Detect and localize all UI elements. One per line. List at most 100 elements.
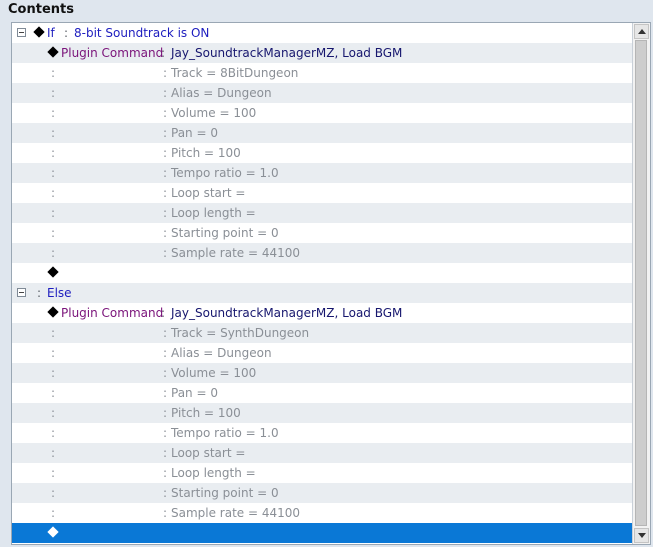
- vertical-scrollbar[interactable]: [632, 23, 650, 544]
- colon-separator: :: [163, 226, 168, 240]
- colon-separator: :: [163, 246, 168, 260]
- param-row[interactable]: : : Starting point = 0: [12, 483, 632, 503]
- colon-separator: :: [163, 66, 168, 80]
- colon-separator: :: [163, 366, 168, 380]
- continuation-colon: :: [51, 106, 56, 120]
- param-text: Starting point = 0: [171, 226, 279, 240]
- param-text: Pan = 0: [171, 126, 218, 140]
- continuation-colon: :: [51, 66, 56, 80]
- collapse-toggle-icon[interactable]: [17, 288, 26, 297]
- continuation-colon: :: [51, 186, 56, 200]
- continuation-colon: :: [51, 146, 56, 160]
- param-row[interactable]: : : Pan = 0: [12, 383, 632, 403]
- collapse-toggle-icon[interactable]: [17, 28, 26, 37]
- colon-separator: :: [163, 126, 168, 140]
- colon-separator: :: [163, 426, 168, 440]
- colon-separator: :: [161, 46, 166, 60]
- plugin-command-text: Jay_SoundtrackManagerMZ, Load BGM: [171, 306, 403, 320]
- param-row[interactable]: : : Tempo ratio = 1.0: [12, 163, 632, 183]
- continuation-colon: :: [51, 326, 56, 340]
- scrollbar-thumb[interactable]: [635, 40, 647, 526]
- param-row[interactable]: : : Pitch = 100: [12, 403, 632, 423]
- colon-separator: :: [163, 326, 168, 340]
- colon-separator: :: [163, 486, 168, 500]
- param-text: Tempo ratio = 1.0: [171, 166, 279, 180]
- param-row[interactable]: : : Alias = Dungeon: [12, 83, 632, 103]
- colon-separator: :: [163, 506, 168, 520]
- colon-separator: :: [64, 26, 69, 40]
- param-row[interactable]: : : Starting point = 0: [12, 223, 632, 243]
- continuation-colon: :: [51, 426, 56, 440]
- param-text: Pitch = 100: [171, 146, 241, 160]
- diamond-icon: [47, 306, 59, 318]
- colon-separator: :: [163, 446, 168, 460]
- param-row[interactable]: : : Loop length =: [12, 463, 632, 483]
- param-row[interactable]: : : Pitch = 100: [12, 143, 632, 163]
- colon-separator: :: [37, 286, 42, 300]
- param-text: Pitch = 100: [171, 406, 241, 420]
- param-text: Tempo ratio = 1.0: [171, 426, 279, 440]
- param-row[interactable]: : : Tempo ratio = 1.0: [12, 423, 632, 443]
- param-text: Sample rate = 44100: [171, 246, 301, 260]
- colon-separator: :: [163, 386, 168, 400]
- param-text: Loop start =: [171, 446, 246, 460]
- colon-separator: :: [163, 186, 168, 200]
- continuation-colon: :: [51, 126, 56, 140]
- param-row[interactable]: : : Track = SynthDungeon: [12, 323, 632, 343]
- arrow-up-icon[interactable]: [634, 24, 649, 39]
- param-text: Volume = 100: [171, 106, 257, 120]
- continuation-colon: :: [51, 346, 56, 360]
- continuation-colon: :: [51, 406, 56, 420]
- param-text: Loop length =: [171, 466, 256, 480]
- param-row[interactable]: : : Alias = Dungeon: [12, 343, 632, 363]
- colon-separator: :: [163, 146, 168, 160]
- param-row[interactable]: : : Sample rate = 44100: [12, 503, 632, 523]
- continuation-colon: :: [51, 206, 56, 220]
- param-text: Loop length =: [171, 206, 256, 220]
- command-row-else[interactable]: : Else: [12, 283, 632, 303]
- diamond-icon: [47, 526, 59, 538]
- diamond-icon: [33, 26, 45, 38]
- param-row[interactable]: : : Pan = 0: [12, 123, 632, 143]
- else-keyword: Else: [47, 286, 72, 300]
- colon-separator: :: [163, 346, 168, 360]
- colon-separator: :: [163, 206, 168, 220]
- event-contents-list[interactable]: If : 8-bit Soundtrack is ON Plugin Comma…: [11, 22, 651, 545]
- param-row[interactable]: : : Sample rate = 44100: [12, 243, 632, 263]
- continuation-colon: :: [51, 446, 56, 460]
- param-row[interactable]: : : Loop length =: [12, 203, 632, 223]
- colon-separator: :: [163, 406, 168, 420]
- arrow-down-icon[interactable]: [634, 528, 649, 543]
- command-row-if[interactable]: If : 8-bit Soundtrack is ON: [12, 23, 632, 43]
- param-row[interactable]: : : Loop start =: [12, 443, 632, 463]
- diamond-icon: [47, 266, 59, 278]
- param-row[interactable]: : : Track = 8BitDungeon: [12, 63, 632, 83]
- command-row-plugin[interactable]: Plugin Command : Jay_SoundtrackManagerMZ…: [12, 303, 632, 323]
- colon-separator: :: [163, 106, 168, 120]
- plugin-command-label: Plugin Command: [61, 46, 164, 60]
- param-text: Track = SynthDungeon: [171, 326, 310, 340]
- continuation-colon: :: [51, 466, 56, 480]
- colon-separator: :: [163, 86, 168, 100]
- colon-separator: :: [163, 166, 168, 180]
- continuation-colon: :: [51, 226, 56, 240]
- param-row[interactable]: : : Volume = 100: [12, 363, 632, 383]
- param-text: Sample rate = 44100: [171, 506, 301, 520]
- param-text: Volume = 100: [171, 366, 257, 380]
- param-row[interactable]: : : Volume = 100: [12, 103, 632, 123]
- if-condition: 8-bit Soundtrack is ON: [74, 26, 210, 40]
- continuation-colon: :: [51, 166, 56, 180]
- empty-command-row-selected[interactable]: [12, 523, 632, 543]
- param-text: Starting point = 0: [171, 486, 279, 500]
- plugin-command-text: Jay_SoundtrackManagerMZ, Load BGM: [171, 46, 403, 60]
- colon-separator: :: [161, 306, 166, 320]
- diamond-icon: [47, 46, 59, 58]
- empty-command-row[interactable]: [12, 263, 632, 283]
- command-list[interactable]: If : 8-bit Soundtrack is ON Plugin Comma…: [12, 23, 632, 544]
- command-row-plugin[interactable]: Plugin Command : Jay_SoundtrackManagerMZ…: [12, 43, 632, 63]
- param-text: Alias = Dungeon: [171, 346, 272, 360]
- param-row[interactable]: : : Loop start =: [12, 183, 632, 203]
- panel-title: Contents: [8, 2, 74, 17]
- colon-separator: :: [163, 466, 168, 480]
- param-text: Loop start =: [171, 186, 246, 200]
